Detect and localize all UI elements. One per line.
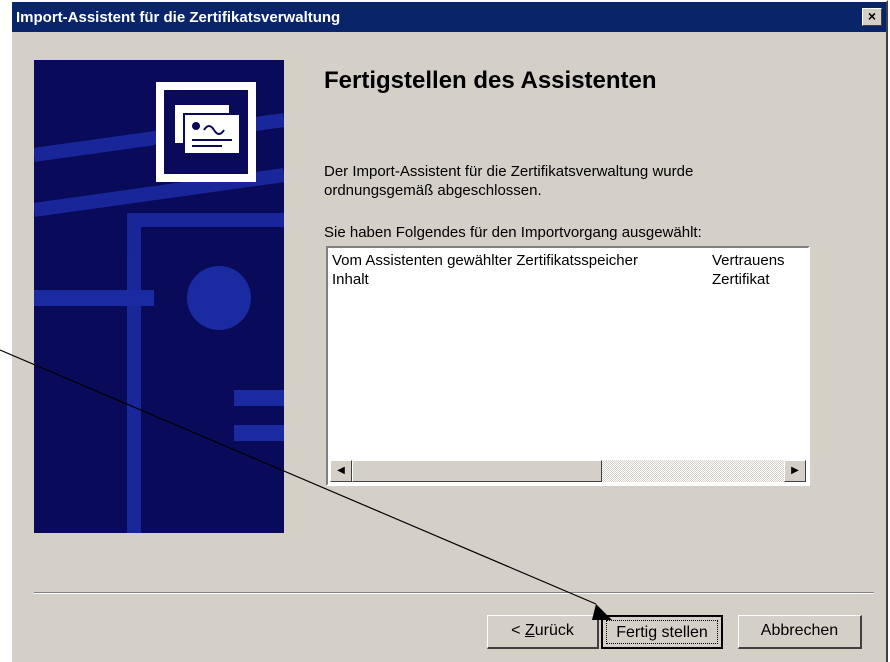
certificate-icon: [156, 82, 256, 182]
back-button-prefix: <: [511, 622, 525, 639]
close-icon: ×: [867, 8, 877, 24]
scroll-thumb[interactable]: [352, 460, 602, 482]
completion-text-line-2: ordnungsgemäß abgeschlossen.: [324, 182, 542, 199]
scroll-right-button[interactable]: ▶: [784, 460, 806, 482]
summary-key: Vom Assistenten gewählter Zertifikatsspe…: [332, 252, 638, 269]
window-title: Import-Assistent für die Zertifikatsverw…: [16, 9, 341, 26]
summary-value: Zertifikat: [712, 271, 770, 288]
wizard-banner-art: [34, 60, 284, 533]
summary-row: Vom Assistenten gewählter Zertifikatsspe…: [332, 252, 785, 269]
completion-text-line-1: Der Import-Assistent für die Zertifikats…: [324, 163, 694, 180]
finish-button-label: Fertig stellen: [606, 620, 718, 644]
button-separator: [34, 592, 874, 594]
summary-listbox[interactable]: Vom Assistenten gewählter Zertifikatsspe…: [326, 246, 810, 486]
back-button[interactable]: < Zurück: [487, 615, 599, 649]
back-button-mnemonic: Z: [524, 622, 535, 639]
cancel-button-label: Abbrechen: [760, 622, 839, 639]
wizard-side-banner: [34, 60, 284, 533]
close-button[interactable]: ×: [862, 8, 882, 26]
summary-key: Inhalt: [332, 271, 369, 288]
title-bar[interactable]: Import-Assistent für die Zertifikatsverw…: [12, 2, 886, 32]
arrow-right-icon: ▶: [791, 465, 799, 476]
scroll-left-button[interactable]: ◀: [330, 460, 352, 482]
completion-text: Der Import-Assistent für die Zertifikats…: [324, 162, 693, 200]
page-title: Fertigstellen des Assistenten: [324, 67, 657, 94]
back-button-label: urück: [534, 622, 574, 639]
scroll-track[interactable]: [352, 460, 784, 482]
selection-label: Sie haben Folgendes für den Importvorgan…: [324, 224, 702, 241]
cancel-button[interactable]: Abbrechen: [738, 615, 862, 649]
finish-button[interactable]: Fertig stellen: [601, 615, 723, 649]
import-wizard-window: Import-Assistent für die Zertifikatsverw…: [10, 0, 888, 662]
horizontal-scrollbar[interactable]: ◀ ▶: [330, 460, 806, 482]
summary-row: Inhalt Zertifikat: [332, 271, 770, 288]
summary-value: Vertrauens: [712, 252, 785, 269]
arrow-left-icon: ◀: [337, 465, 345, 476]
